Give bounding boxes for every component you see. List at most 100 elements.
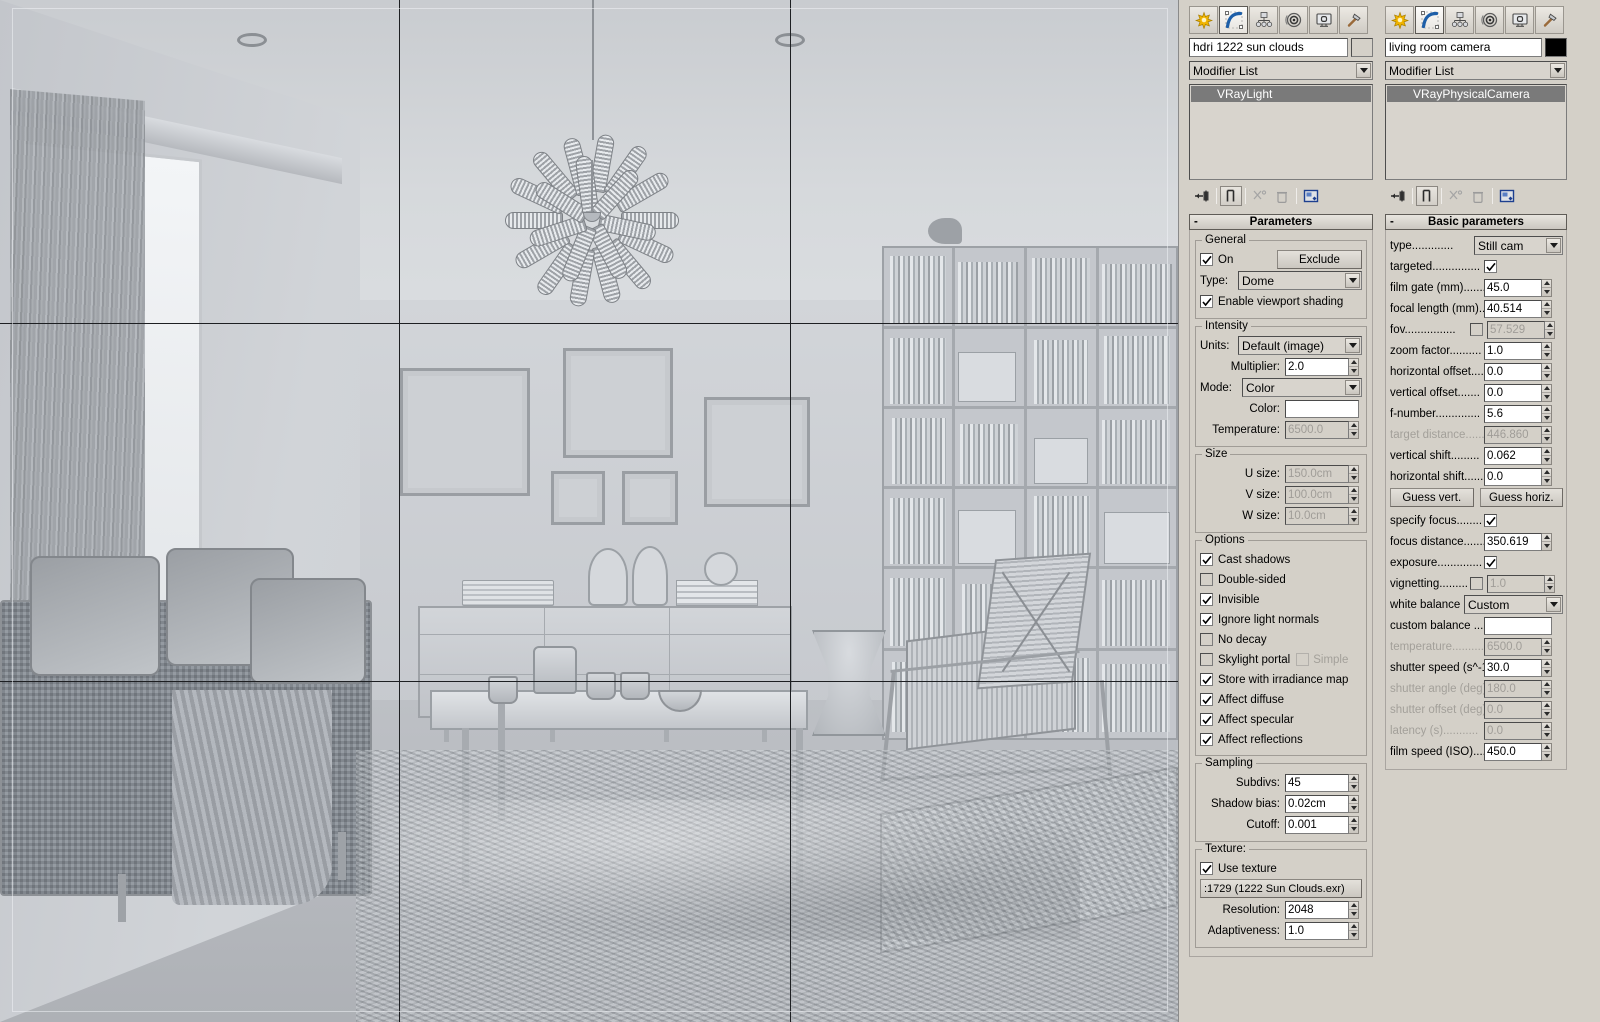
horizontal-offset-input[interactable]: 0.0 xyxy=(1484,363,1542,381)
invisible-checkbox[interactable] xyxy=(1200,593,1213,606)
parameters-rollout-header[interactable]: - Parameters xyxy=(1189,214,1373,230)
chevron-down-icon[interactable] xyxy=(1546,238,1561,253)
f-number-input[interactable]: 5.6 xyxy=(1484,405,1542,423)
use-texture-checkbox[interactable] xyxy=(1200,862,1213,875)
guess-horiz-button[interactable]: Guess horiz. xyxy=(1480,488,1564,507)
shadow-bias-spinner[interactable] xyxy=(1349,795,1359,813)
resolution-input[interactable]: 2048 xyxy=(1285,901,1349,919)
vignetting-checkbox[interactable] xyxy=(1470,577,1483,590)
display-tab[interactable] xyxy=(1309,6,1338,34)
show-end-result-button[interactable] xyxy=(1220,186,1242,206)
fov-input[interactable]: 57.529 xyxy=(1487,321,1545,339)
shutter-angle-input[interactable]: 180.0 xyxy=(1484,680,1542,698)
stack-item[interactable]: VRayPhysicalCamera xyxy=(1387,86,1565,102)
remove-modifier-button[interactable] xyxy=(1271,186,1293,206)
chevron-down-icon[interactable] xyxy=(1550,63,1565,78)
motion-tab[interactable] xyxy=(1279,6,1308,34)
cutoff-spinner[interactable] xyxy=(1349,816,1359,834)
light-modifier-list-dropdown[interactable]: Modifier List xyxy=(1189,61,1373,80)
camera-modifier-stack[interactable]: VRayPhysicalCamera xyxy=(1385,84,1567,180)
fov-checkbox[interactable] xyxy=(1470,323,1483,336)
camera-type-dropdown[interactable]: Still cam xyxy=(1474,236,1563,255)
create-tab[interactable] xyxy=(1385,6,1414,34)
no-decay-checkbox[interactable] xyxy=(1200,633,1213,646)
w-size-spinner[interactable] xyxy=(1349,507,1359,525)
shutter-offset-input[interactable]: 0.0 xyxy=(1484,701,1542,719)
cast-shadows-checkbox[interactable] xyxy=(1200,553,1213,566)
shutter-speed-spinner[interactable] xyxy=(1542,659,1552,677)
mode-dropdown[interactable]: Color xyxy=(1242,378,1362,397)
affect-reflections-checkbox[interactable] xyxy=(1200,733,1213,746)
horizontal-offset-spinner[interactable] xyxy=(1542,363,1552,381)
temperature-input[interactable]: 6500.0 xyxy=(1285,421,1349,439)
configure-sets-button[interactable] xyxy=(1496,186,1518,206)
viewport[interactable] xyxy=(0,0,1178,1022)
skylight-portal-checkbox[interactable] xyxy=(1200,653,1213,666)
chevron-down-icon[interactable] xyxy=(1345,380,1360,395)
shadow-bias-input[interactable]: 0.02cm xyxy=(1285,795,1349,813)
white-balance-dropdown[interactable]: Custom xyxy=(1464,595,1563,614)
target-distance-spinner[interactable] xyxy=(1542,426,1552,444)
horizontal-shift-spinner[interactable] xyxy=(1542,468,1552,486)
pin-stack-button[interactable] xyxy=(1191,186,1213,206)
hierarchy-tab[interactable] xyxy=(1445,6,1474,34)
custom-balance-color-swatch[interactable] xyxy=(1484,617,1552,635)
texture-map-button[interactable]: :1729 (1222 Sun Clouds.exr) xyxy=(1200,879,1362,898)
temperature-spinner[interactable] xyxy=(1349,421,1359,439)
affect-specular-checkbox[interactable] xyxy=(1200,713,1213,726)
shutter-offset-spinner[interactable] xyxy=(1542,701,1552,719)
exclude-button[interactable]: Exclude xyxy=(1277,250,1362,269)
double-sided-checkbox[interactable] xyxy=(1200,573,1213,586)
show-end-result-button[interactable] xyxy=(1416,186,1438,206)
multiplier-input[interactable]: 2.0 xyxy=(1285,358,1349,376)
light-modifier-stack[interactable]: VRayLight xyxy=(1189,84,1373,180)
modify-tab[interactable] xyxy=(1219,6,1248,34)
chevron-down-icon[interactable] xyxy=(1546,597,1561,612)
light-on-checkbox[interactable] xyxy=(1200,253,1213,266)
utilities-tab[interactable] xyxy=(1339,6,1368,34)
v-size-spinner[interactable] xyxy=(1349,486,1359,504)
v-size-input[interactable]: 100.0cm xyxy=(1285,486,1349,504)
configure-sets-button[interactable] xyxy=(1300,186,1322,206)
film-speed-input[interactable]: 450.0 xyxy=(1484,743,1542,761)
simple-checkbox[interactable] xyxy=(1296,653,1309,666)
vertical-offset-spinner[interactable] xyxy=(1542,384,1552,402)
focal-length-input[interactable]: 40.514 xyxy=(1484,300,1542,318)
camera-temperature-spinner[interactable] xyxy=(1542,638,1552,656)
make-unique-button[interactable] xyxy=(1249,186,1271,206)
camera-modifier-list-dropdown[interactable]: Modifier List xyxy=(1385,61,1567,80)
vignetting-spinner[interactable] xyxy=(1545,575,1555,593)
zoom-factor-spinner[interactable] xyxy=(1542,342,1552,360)
pin-stack-button[interactable] xyxy=(1387,186,1409,206)
focus-distance-spinner[interactable] xyxy=(1542,533,1552,551)
cutoff-input[interactable]: 0.001 xyxy=(1285,816,1349,834)
display-tab[interactable] xyxy=(1505,6,1534,34)
multiplier-spinner[interactable] xyxy=(1349,358,1359,376)
camera-name-input[interactable]: living room camera xyxy=(1385,38,1542,57)
light-type-dropdown[interactable]: Dome xyxy=(1238,271,1362,290)
adaptiveness-spinner[interactable] xyxy=(1349,922,1359,940)
u-size-spinner[interactable] xyxy=(1349,465,1359,483)
viewport-shading-checkbox[interactable] xyxy=(1200,295,1213,308)
subdivs-spinner[interactable] xyxy=(1349,774,1359,792)
basic-parameters-rollout-header[interactable]: - Basic parameters xyxy=(1385,214,1567,230)
specify-focus-checkbox[interactable] xyxy=(1484,514,1497,527)
adaptiveness-input[interactable]: 1.0 xyxy=(1285,922,1349,940)
stack-item[interactable]: VRayLight xyxy=(1191,86,1371,102)
guess-vert-button[interactable]: Guess vert. xyxy=(1390,488,1474,507)
film-gate-spinner[interactable] xyxy=(1542,279,1552,297)
create-tab[interactable] xyxy=(1189,6,1218,34)
vertical-shift-spinner[interactable] xyxy=(1542,447,1552,465)
target-distance-input[interactable]: 446.860 xyxy=(1484,426,1542,444)
chevron-down-icon[interactable] xyxy=(1345,273,1360,288)
camera-color-swatch[interactable] xyxy=(1545,38,1567,57)
focus-distance-input[interactable]: 350.619 xyxy=(1484,533,1542,551)
utilities-tab[interactable] xyxy=(1535,6,1564,34)
vertical-offset-input[interactable]: 0.0 xyxy=(1484,384,1542,402)
subdivs-input[interactable]: 45 xyxy=(1285,774,1349,792)
shutter-speed-input[interactable]: 30.0 xyxy=(1484,659,1542,677)
latency-spinner[interactable] xyxy=(1542,722,1552,740)
hierarchy-tab[interactable] xyxy=(1249,6,1278,34)
u-size-input[interactable]: 150.0cm xyxy=(1285,465,1349,483)
affect-diffuse-checkbox[interactable] xyxy=(1200,693,1213,706)
